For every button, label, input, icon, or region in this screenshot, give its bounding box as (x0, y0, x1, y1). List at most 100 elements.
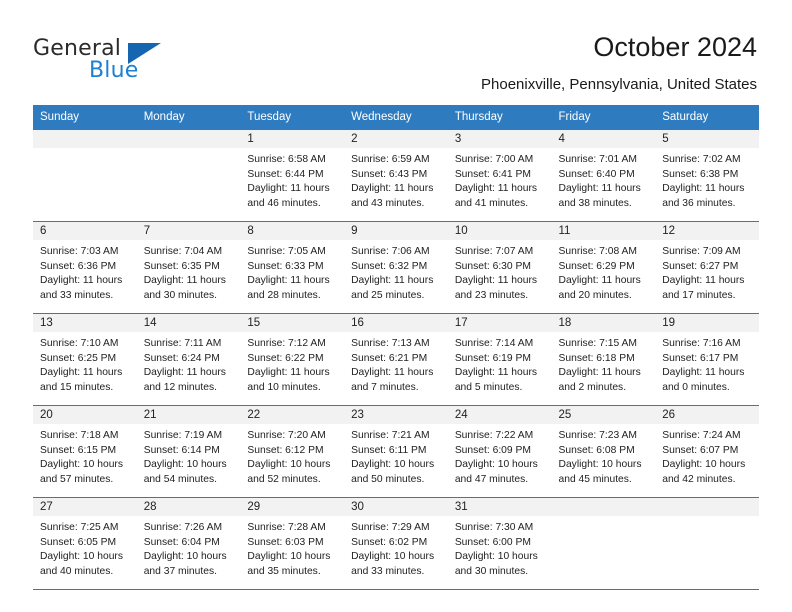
calendar-day-cell[interactable]: 26 Sunrise: 7:24 AM Sunset: 6:07 PM Dayligh… (655, 405, 759, 498)
sunrise-text: Sunrise: 7:14 AM (454, 338, 534, 349)
calendar-week-row: 13 Sunrise: 7:10 AM Sunset: 6:25 PM Dayligh… (33, 313, 759, 406)
daylight-text-line1: Daylight: 10 hours (454, 551, 538, 563)
day-number: 5 (655, 130, 759, 148)
day-details: Sunrise: 7:03 AM Sunset: 6:36 PM Daylight:… (33, 240, 137, 303)
calendar-day-cell[interactable]: 15 Sunrise: 7:12 AM Sunset: 6:22 PM Dayligh… (240, 313, 345, 406)
daylight-text-line1: Daylight: 11 hours (143, 367, 226, 379)
calendar-day-cell[interactable]: 11 Sunrise: 7:08 AM Sunset: 6:29 PM Dayligh… (551, 221, 656, 314)
day-number: 28 (136, 498, 241, 516)
brand-logo[interactable]: General Blue (33, 36, 223, 88)
calendar-day-cell[interactable]: 7 Sunrise: 7:04 AM Sunset: 6:35 PM Daylight… (136, 221, 241, 314)
sunset-text: Sunset: 6:12 PM (247, 444, 324, 456)
daylight-text-line2: and 20 minutes. (558, 289, 632, 301)
day-number: 3 (447, 130, 552, 148)
calendar-week-row: 20 Sunrise: 7:18 AM Sunset: 6:15 PM Dayligh… (33, 405, 759, 498)
sunset-text: Sunset: 6:44 PM (247, 168, 324, 180)
calendar-day-cell[interactable]: 9 Sunrise: 7:06 AM Sunset: 6:32 PM Daylight… (344, 221, 448, 314)
sunrise-text: Sunrise: 7:23 AM (558, 430, 637, 441)
calendar-day-cell[interactable]: 23 Sunrise: 7:21 AM Sunset: 6:11 PM Dayligh… (344, 405, 448, 498)
day-details: Sunrise: 7:04 AM Sunset: 6:35 PM Daylight:… (137, 240, 241, 303)
daylight-text-line1: Daylight: 11 hours (247, 367, 330, 379)
daylight-text-line2: and 28 minutes. (247, 289, 321, 301)
brand-name-blue: Blue (89, 58, 139, 83)
day-number: 11 (551, 222, 656, 240)
calendar-day-cell[interactable]: 28 Sunrise: 7:26 AM Sunset: 6:04 PM Dayligh… (136, 497, 241, 590)
calendar-day-cell[interactable]: 6 Sunrise: 7:03 AM Sunset: 6:36 PM Daylight… (33, 221, 137, 314)
day-details: Sunrise: 7:06 AM Sunset: 6:32 PM Daylight:… (344, 240, 448, 303)
sunrise-text: Sunrise: 7:16 AM (662, 338, 741, 349)
sunrise-text: Sunrise: 7:04 AM (143, 246, 223, 257)
day-details: Sunrise: 7:08 AM Sunset: 6:29 PM Daylight:… (552, 240, 656, 303)
daylight-text-line1: Daylight: 11 hours (247, 183, 330, 195)
calendar-day-cell[interactable]: 19 Sunrise: 7:16 AM Sunset: 6:17 PM Dayligh… (655, 313, 759, 406)
calendar-day-cell[interactable]: 14 Sunrise: 7:11 AM Sunset: 6:24 PM Dayligh… (136, 313, 241, 406)
calendar-day-cell[interactable]: 16 Sunrise: 7:13 AM Sunset: 6:21 PM Dayligh… (344, 313, 448, 406)
sunrise-text: Sunrise: 7:28 AM (247, 522, 326, 533)
day-number: 20 (33, 406, 137, 424)
sunrise-text: Sunrise: 7:06 AM (351, 246, 430, 257)
calendar-day-cell[interactable]: 3 Sunrise: 7:00 AM Sunset: 6:41 PM Daylight… (447, 129, 552, 222)
day-number: 13 (33, 314, 137, 332)
calendar-day-cell[interactable]: 20 Sunrise: 7:18 AM Sunset: 6:15 PM Dayligh… (33, 405, 137, 498)
day-details: Sunrise: 7:20 AM Sunset: 6:12 PM Daylight:… (240, 424, 344, 487)
daylight-text-line2: and 41 minutes. (454, 197, 529, 209)
sunset-text: Sunset: 6:35 PM (143, 260, 220, 272)
day-number: 18 (551, 314, 656, 332)
day-number: 30 (344, 498, 448, 516)
day-number: 10 (447, 222, 552, 240)
daylight-text-line2: and 52 minutes. (247, 473, 321, 485)
calendar-day-cell[interactable]: 21 Sunrise: 7:19 AM Sunset: 6:14 PM Dayligh… (136, 405, 241, 498)
calendar-day-cell[interactable]: 12 Sunrise: 7:09 AM Sunset: 6:27 PM Dayligh… (655, 221, 759, 314)
calendar-day-cell[interactable]: 31 Sunrise: 7:30 AM Sunset: 6:00 PM Dayligh… (447, 497, 552, 590)
daylight-text-line1: Daylight: 10 hours (40, 459, 123, 471)
day-details: Sunrise: 7:16 AM Sunset: 6:17 PM Daylight:… (655, 332, 759, 395)
daylight-text-line1: Daylight: 10 hours (143, 459, 227, 471)
day-number: 6 (33, 222, 137, 240)
sunrise-text: Sunrise: 7:15 AM (558, 338, 637, 349)
calendar-day-cell[interactable]: 10 Sunrise: 7:07 AM Sunset: 6:30 PM Dayligh… (447, 221, 552, 314)
calendar-day-cell[interactable]: 5 Sunrise: 7:02 AM Sunset: 6:38 PM Daylight… (655, 129, 759, 222)
sunset-text: Sunset: 6:15 PM (40, 444, 117, 456)
sunset-text: Sunset: 6:32 PM (351, 260, 428, 272)
calendar-day-cell[interactable]: 17 Sunrise: 7:14 AM Sunset: 6:19 PM Dayligh… (447, 313, 552, 406)
day-number: 27 (33, 498, 137, 516)
sunrise-text: Sunrise: 7:30 AM (454, 522, 534, 533)
calendar-day-cell[interactable]: 30 Sunrise: 7:29 AM Sunset: 6:02 PM Dayligh… (344, 497, 448, 590)
daylight-text-line1: Daylight: 11 hours (454, 367, 538, 379)
daylight-text-line1: Daylight: 11 hours (558, 367, 641, 379)
calendar-day-cell[interactable]: 2 Sunrise: 6:59 AM Sunset: 6:43 PM Daylight… (344, 129, 448, 222)
calendar-day-cell[interactable]: 8 Sunrise: 7:05 AM Sunset: 6:33 PM Daylight… (240, 221, 345, 314)
sunrise-text: Sunrise: 7:08 AM (558, 246, 637, 257)
daylight-text-line1: Daylight: 10 hours (351, 459, 435, 471)
calendar-day-cell[interactable]: 18 Sunrise: 7:15 AM Sunset: 6:18 PM Dayligh… (551, 313, 656, 406)
day-details: Sunrise: 7:00 AM Sunset: 6:41 PM Daylight:… (448, 148, 552, 211)
day-details: Sunrise: 7:30 AM Sunset: 6:00 PM Daylight:… (448, 516, 552, 579)
daylight-text-line2: and 33 minutes. (40, 289, 114, 301)
sunrise-text: Sunrise: 7:25 AM (40, 522, 119, 533)
day-details: Sunrise: 7:15 AM Sunset: 6:18 PM Daylight:… (552, 332, 656, 395)
day-number: 25 (551, 406, 656, 424)
sunset-text: Sunset: 6:03 PM (247, 536, 324, 548)
daylight-text-line2: and 40 minutes. (40, 565, 114, 577)
sunset-text: Sunset: 6:24 PM (143, 352, 220, 364)
calendar-day-cell[interactable]: 1 Sunrise: 6:58 AM Sunset: 6:44 PM Daylight… (240, 129, 345, 222)
day-details: Sunrise: 7:02 AM Sunset: 6:38 PM Daylight:… (655, 148, 759, 211)
calendar-day-cell[interactable]: 13 Sunrise: 7:10 AM Sunset: 6:25 PM Dayligh… (33, 313, 137, 406)
sunset-text: Sunset: 6:08 PM (558, 444, 635, 456)
daylight-text-line1: Daylight: 11 hours (454, 183, 538, 195)
calendar-day-cell[interactable]: 4 Sunrise: 7:01 AM Sunset: 6:40 PM Daylight… (551, 129, 656, 222)
daylight-text-line2: and 33 minutes. (351, 565, 425, 577)
sunset-text: Sunset: 6:07 PM (662, 444, 739, 456)
sunset-text: Sunset: 6:00 PM (454, 536, 531, 548)
calendar-header-row: Sunday Monday Tuesday Wednesday Thursday… (33, 105, 759, 130)
weekday-header-saturday: Saturday (655, 105, 759, 130)
calendar-day-cell[interactable]: 24 Sunrise: 7:22 AM Sunset: 6:09 PM Dayligh… (447, 405, 552, 498)
day-number: 16 (344, 314, 448, 332)
calendar-day-cell[interactable]: 27 Sunrise: 7:25 AM Sunset: 6:05 PM Dayligh… (33, 497, 137, 590)
day-details: Sunrise: 7:26 AM Sunset: 6:04 PM Daylight:… (137, 516, 241, 579)
calendar-day-cell[interactable]: 25 Sunrise: 7:23 AM Sunset: 6:08 PM Dayligh… (551, 405, 656, 498)
calendar-day-cell[interactable]: 29 Sunrise: 7:28 AM Sunset: 6:03 PM Dayligh… (240, 497, 345, 590)
daylight-text-line1: Daylight: 11 hours (351, 275, 434, 287)
calendar-day-cell[interactable]: 22 Sunrise: 7:20 AM Sunset: 6:12 PM Dayligh… (240, 405, 345, 498)
day-number: 4 (551, 130, 656, 148)
